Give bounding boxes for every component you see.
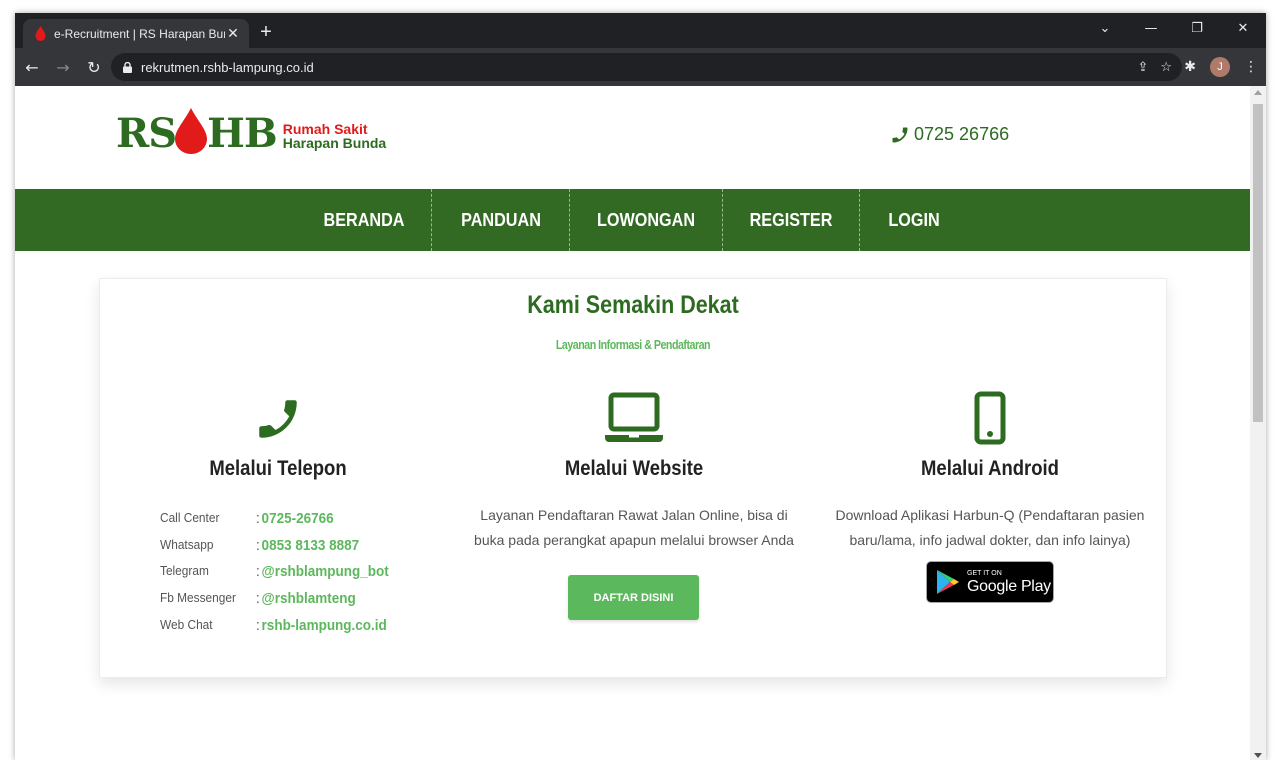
column-icon-wrap [812,391,1168,445]
header-phone-number: 0725 26766 [914,124,1010,144]
blood-drop-logo-icon [175,108,208,154]
contact-row: Fb Messenger : @rshblamteng [160,587,367,609]
logo-mark: RS HB [116,108,278,157]
google-play-small-text: GET IT ON [967,569,1002,577]
google-play-text: GET IT ON Google Play [967,570,1051,595]
vertical-scrollbar[interactable] [1250,86,1266,760]
share-icon[interactable]: ⇪ [1137,60,1148,75]
phone-icon [892,127,908,142]
scroll-up-arrow-icon[interactable] [1254,90,1262,95]
new-tab-button[interactable]: + [256,22,276,42]
nav-item-beranda[interactable]: BERANDA [319,189,409,251]
column-title: Melalui Website [564,457,704,480]
omnibox-actions: ⇪ ☆ [1137,53,1172,81]
browser-toolbar: ← → ↻ rekrutmen.rshb-lampung.co.id ⇪ ☆ ✱… [15,48,1266,86]
nav-item-panduan[interactable]: PANDUAN [456,189,546,251]
google-play-icon [937,570,959,594]
contact-row: Web Chat : rshb-lampung.co.id [160,614,401,636]
scroll-down-arrow-icon[interactable] [1254,753,1262,758]
back-arrow-icon[interactable]: ← [18,53,46,81]
profile-avatar[interactable]: J [1210,57,1230,77]
reload-icon[interactable]: ↻ [80,53,108,81]
google-play-badge[interactable]: GET IT ON Google Play [926,561,1054,603]
logo-line-2: Harapan Bunda [282,135,387,151]
laptop-icon [605,392,663,442]
contact-row: Telegram : @rshblampung_bot [160,560,403,582]
nav-item-register[interactable]: REGISTER [746,189,836,251]
contact-label: Web Chat [160,618,213,632]
logo-text: Rumah Sakit Harapan Bunda [283,122,386,150]
column-title: Melalui Telepon [209,457,347,480]
toolbar-right: ✱ J ⋮ [1184,53,1258,81]
smartphone-icon [974,391,1006,445]
window-controls: ⌄ — ❐ ✕ [1082,13,1266,43]
contact-label: Telegram [160,564,209,578]
lock-icon [123,61,132,73]
tab-search-icon[interactable]: ⌄ [1082,13,1128,43]
daftar-disini-button[interactable]: DAFTAR DISINI [568,575,699,620]
phone-icon [259,400,297,438]
contact-row: Call Center :0725-26766 [160,507,342,529]
contact-row: Whatsapp :0853 8133 8887 [160,534,371,556]
tab-title: e-Recruitment | RS Harapan Bunda [54,26,225,41]
column-icon-wrap [100,393,456,445]
main-nav: BERANDA PANDUAN LOWONGAN REGISTER LOGIN [15,189,1250,251]
contact-value[interactable]: :0725-26766 [256,510,334,527]
close-window-icon[interactable]: ✕ [1220,13,1266,43]
scrollbar-thumb[interactable] [1253,104,1263,422]
blood-drop-icon [35,26,46,41]
column-text: Layanan Pendaftaran Rawat Jalan Online, … [474,507,794,548]
contact-label: Call Center [160,511,220,525]
column-title: Melalui Android [921,457,1059,480]
contact-value[interactable]: :0853 8133 8887 [256,537,359,554]
contact-value[interactable]: : @rshblamteng [256,590,356,607]
browser-window: e-Recruitment | RS Harapan Bunda ✕ + ⌄ —… [15,13,1266,760]
rshb-logo[interactable]: RS HB Rumah Sakit Harapan Bunda [116,108,386,154]
extensions-puzzle-icon[interactable]: ✱ [1184,59,1196,75]
address-bar[interactable]: rekrutmen.rshb-lampung.co.id ⇪ ☆ [111,53,1182,81]
column-icon-wrap [456,391,812,445]
tab-close-icon[interactable]: ✕ [225,25,241,42]
logo-letters-left: RS [116,110,177,157]
bookmark-star-icon[interactable]: ☆ [1160,60,1172,75]
restore-icon[interactable]: ❐ [1174,13,1220,43]
contact-label: Fb Messenger [160,591,236,605]
header-phone[interactable]: 0725 26766 [890,124,1009,145]
contact-value[interactable]: : rshb-lampung.co.id [256,617,387,634]
nav-separator [859,189,860,251]
logo-letters-right: HB [207,110,278,157]
nav-item-login[interactable]: LOGIN [883,189,946,251]
menu-kebab-icon[interactable]: ⋮ [1244,59,1258,75]
nav-separator [431,189,432,251]
logo-line-1: Rumah Sakit [282,121,368,137]
forward-arrow-icon[interactable]: → [49,53,77,81]
section-subtitle: Layanan Informasi & Pendaftaran [555,337,711,352]
site-header: RS HB Rumah Sakit Harapan Bunda 0725 267… [15,86,1250,189]
nav-separator [569,189,570,251]
url-text: rekrutmen.rshb-lampung.co.id [141,59,314,75]
nav-item-lowongan[interactable]: LOWONGAN [597,189,696,251]
section-title: Kami Semakin Dekat [527,291,739,319]
column-text: Download Aplikasi Harbun-Q (Pendaftaran … [835,507,1145,548]
browser-tab[interactable]: e-Recruitment | RS Harapan Bunda ✕ [23,19,249,48]
contact-label: Whatsapp [160,538,214,552]
page-viewport: RS HB Rumah Sakit Harapan Bunda 0725 267… [15,86,1266,760]
contact-value[interactable]: : @rshblampung_bot [256,563,389,580]
nav-separator [722,189,723,251]
contact-card: Kami Semakin Dekat Layanan Informasi & P… [99,278,1167,678]
minimize-icon[interactable]: — [1128,13,1174,43]
tab-strip: e-Recruitment | RS Harapan Bunda ✕ + ⌄ —… [15,13,1266,48]
google-play-big-text: Google Play [967,577,1051,595]
